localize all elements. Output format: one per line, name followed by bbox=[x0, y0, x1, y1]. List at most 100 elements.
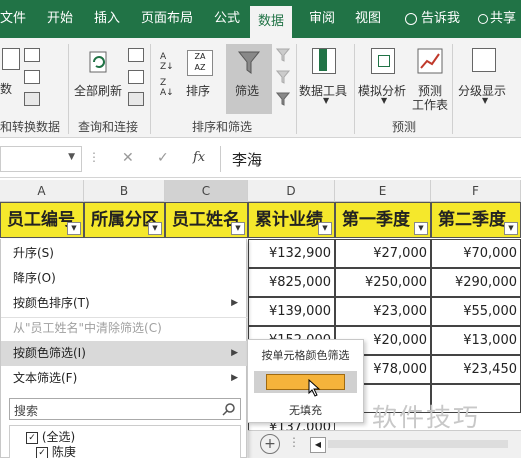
header-cell[interactable]: 员工姓名 ▼ bbox=[165, 202, 248, 238]
tab-insert[interactable]: 插入 bbox=[94, 0, 120, 38]
tab-page-layout[interactable]: 页面布局 bbox=[141, 0, 193, 38]
refresh-all-icon[interactable] bbox=[84, 48, 112, 79]
search-input[interactable]: 搜索 bbox=[9, 398, 241, 420]
table-cell[interactable]: ¥55,000 bbox=[431, 297, 521, 326]
group-forecast: 预测 bbox=[392, 120, 417, 134]
column-header-c[interactable]: C bbox=[165, 180, 248, 202]
filter-dropdown-button[interactable]: ▼ bbox=[318, 222, 332, 235]
table-cell[interactable]: ¥139,000 bbox=[248, 297, 335, 326]
tab-review[interactable]: 审阅 bbox=[309, 0, 335, 38]
recent-sources-icon[interactable] bbox=[24, 70, 40, 84]
header-label: 第二季度 bbox=[438, 210, 506, 230]
sort-button[interactable]: 排序 bbox=[186, 82, 210, 99]
filter-dropdown-button[interactable]: ▼ bbox=[148, 222, 162, 235]
filter-dropdown-button[interactable]: ▼ bbox=[231, 222, 245, 235]
menu-item-sort-by-color[interactable]: 按颜色排序(T) ▶ bbox=[1, 291, 248, 316]
table-cell[interactable]: ¥23,450 bbox=[431, 355, 521, 384]
table-cell[interactable]: ¥290,000 bbox=[431, 268, 521, 297]
forecast-sheet-icon[interactable] bbox=[417, 48, 443, 77]
swatch-highlight[interactable] bbox=[254, 371, 357, 397]
ribbon-separator bbox=[296, 44, 297, 134]
menu-item-clear-filter: 从"员工姓名"中清除筛选(C) bbox=[1, 316, 248, 341]
existing-connections-icon[interactable] bbox=[24, 92, 40, 106]
sort-asc-icon[interactable]: A Z↓ bbox=[160, 52, 174, 72]
reapply-icon[interactable] bbox=[275, 70, 291, 87]
scroll-left-icon[interactable]: ◀ bbox=[310, 437, 326, 453]
filter-label: 筛选 bbox=[235, 84, 260, 98]
advanced-filter-icon[interactable] bbox=[275, 92, 291, 109]
header-label: 员工编号 bbox=[7, 210, 75, 230]
color-filter-submenu: 按单元格颜色筛选 无填充 bbox=[247, 339, 364, 423]
get-data-icon[interactable] bbox=[2, 48, 20, 70]
chevron-down-icon: ▼ bbox=[68, 152, 75, 162]
menu-item-filter-by-color[interactable]: 按颜色筛选(I) ▶ bbox=[1, 341, 248, 366]
column-header-a[interactable]: A bbox=[0, 180, 84, 202]
tab-view[interactable]: 视图 bbox=[355, 0, 381, 38]
search-icon bbox=[222, 403, 235, 416]
table-cell[interactable]: ¥13,000 bbox=[431, 326, 521, 355]
column-header-b[interactable]: B bbox=[84, 180, 165, 202]
list-item[interactable]: ✓ 陈庚 bbox=[36, 443, 76, 458]
menu-item-sort-desc[interactable]: 降序(O) bbox=[1, 266, 248, 291]
refresh-all-button[interactable]: 全部刷新 bbox=[74, 82, 122, 99]
header-cell[interactable]: 员工编号 ▼ bbox=[0, 202, 84, 238]
queries-connections-icon[interactable] bbox=[128, 48, 144, 62]
column-header-e[interactable]: E bbox=[335, 180, 431, 202]
checkbox-checked-icon[interactable]: ✓ bbox=[26, 431, 38, 444]
outline-icon[interactable] bbox=[472, 48, 496, 72]
clear-filter-icon[interactable] bbox=[275, 48, 291, 65]
tab-formulas[interactable]: 公式 bbox=[214, 0, 240, 38]
name-box[interactable]: ▼ bbox=[0, 146, 82, 172]
forecast-button-line2[interactable]: 工作表 bbox=[412, 96, 448, 113]
checkbox-checked-icon[interactable]: ✓ bbox=[36, 446, 48, 458]
header-label: 第一季度 bbox=[342, 210, 410, 230]
filter-dropdown-button[interactable]: ▼ bbox=[504, 222, 518, 235]
table-cell[interactable]: ¥70,000 bbox=[431, 239, 521, 268]
submenu-title: 按单元格颜色筛选 bbox=[261, 349, 350, 362]
column-header-f[interactable]: F bbox=[431, 180, 521, 202]
filter-dropdown-button[interactable]: ▼ bbox=[67, 222, 81, 235]
horizontal-scrollbar[interactable] bbox=[328, 440, 508, 448]
header-cell[interactable]: 累计业绩 ▼ bbox=[248, 202, 335, 238]
edit-links-icon[interactable] bbox=[128, 92, 144, 106]
what-if-icon[interactable] bbox=[371, 48, 395, 74]
from-table-icon[interactable] bbox=[24, 48, 40, 62]
menu-item-sort-asc[interactable]: 升序(S) bbox=[1, 241, 248, 266]
chevron-down-icon: ▼ bbox=[482, 96, 489, 105]
watermark: 软件技巧 bbox=[372, 403, 481, 432]
enter-icon[interactable]: ✓ bbox=[157, 150, 169, 166]
tab-file[interactable]: 文件 bbox=[0, 0, 26, 38]
header-cell[interactable]: 所属分区 ▼ bbox=[84, 202, 165, 238]
header-cell[interactable]: 第一季度 ▼ bbox=[335, 202, 431, 238]
table-cell[interactable]: ¥250,000 bbox=[335, 268, 431, 297]
filter-dropdown-button[interactable]: ▼ bbox=[414, 222, 428, 235]
tab-data[interactable]: 数据 bbox=[250, 6, 293, 38]
table-cell[interactable]: ¥825,000 bbox=[248, 268, 335, 297]
formula-input[interactable]: 李海 bbox=[232, 149, 262, 170]
sort-dialog-icon[interactable]: ZA AZ bbox=[187, 50, 213, 76]
menu-item-label: 文本筛选(F) bbox=[13, 371, 78, 385]
data-tools-icon[interactable] bbox=[312, 48, 336, 74]
chevron-right-icon: ▶ bbox=[231, 298, 238, 308]
share-button[interactable]: 共享 bbox=[478, 0, 516, 38]
ribbon-tab-bar: 文件 开始 插入 页面布局 公式 数据 审阅 视图 告诉我 共享 bbox=[0, 0, 521, 38]
filter-button[interactable]: 筛选 bbox=[226, 44, 272, 114]
header-cell[interactable]: 第二季度 ▼ bbox=[431, 202, 521, 238]
tab-home[interactable]: 开始 bbox=[47, 0, 73, 38]
table-cell[interactable]: ¥23,000 bbox=[335, 297, 431, 326]
no-fill-option[interactable]: 无填充 bbox=[248, 402, 363, 418]
table-cell[interactable]: ¥132,900 bbox=[248, 239, 335, 268]
cancel-icon[interactable]: ✕ bbox=[122, 150, 134, 166]
column-header-d[interactable]: D bbox=[248, 180, 335, 202]
menu-item-text-filter[interactable]: 文本筛选(F) ▶ bbox=[1, 366, 248, 391]
insert-function-icon[interactable]: fx bbox=[193, 150, 205, 165]
add-sheet-icon[interactable]: + bbox=[260, 434, 280, 454]
tell-me-search[interactable]: 告诉我 bbox=[405, 0, 460, 38]
chevron-right-icon: ▶ bbox=[231, 348, 238, 358]
properties-icon[interactable] bbox=[128, 70, 144, 84]
color-swatch[interactable] bbox=[266, 374, 345, 390]
more-icon: ⋮ bbox=[88, 150, 100, 164]
sheet-tab-bar: + ⋮ ◀ bbox=[248, 430, 521, 458]
sort-desc-icon[interactable]: Z A↓ bbox=[160, 78, 174, 98]
table-cell[interactable]: ¥27,000 bbox=[335, 239, 431, 268]
